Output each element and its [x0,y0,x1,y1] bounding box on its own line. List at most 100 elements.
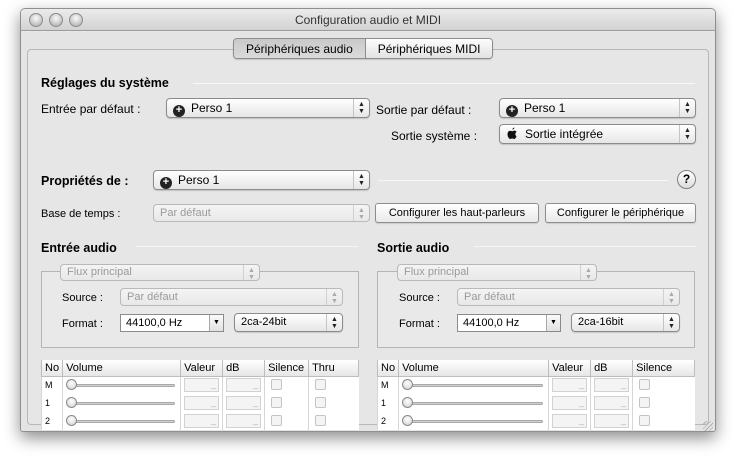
volume-slider[interactable] [66,415,177,427]
help-button[interactable]: ? [677,170,696,189]
tab-midi-devices[interactable]: Périphériques MIDI [365,39,493,58]
window-body: Réglages du système Entrée par défaut : … [21,32,715,431]
device-tabs: Périphériques audio Périphériques MIDI [233,38,494,59]
volume-slider[interactable] [402,397,545,409]
table-header: No Volume Valeur dB Silence Thru [40,360,359,377]
table-row: M _ _ [376,376,695,394]
value-field[interactable]: _ [552,378,588,393]
up-down-arrows-icon: ▲ ▼ [679,125,695,143]
down-arrow-icon: ▼ [209,315,223,331]
default-output-label: Sortie par défaut : [376,103,472,117]
up-down-arrows-icon: ▲ ▼ [353,171,369,189]
table-row: 2 _ _ [376,412,695,430]
channel-label: 2 [40,412,63,430]
input-stream-popup[interactable]: Flux principal ▲ ▼ [60,264,260,281]
volume-slider[interactable] [402,379,545,391]
up-down-arrows-icon: ▲ ▼ [663,289,679,305]
system-output-label: Sortie système : [391,129,478,143]
input-bits-value: 2ca-24bit [241,316,287,328]
db-field[interactable]: _ [594,414,630,428]
tab-audio-devices[interactable]: Périphériques audio [234,39,366,58]
properties-device-popup[interactable]: + Perso 1 ▲ ▼ [153,170,370,190]
divider [378,180,668,181]
value-field[interactable]: _ [552,396,588,410]
audio-devices-panel: Réglages du système Entrée par défaut : … [27,49,709,430]
silence-checkbox[interactable] [271,396,283,408]
db-field[interactable]: _ [226,414,262,428]
output-rate-combo[interactable]: 44100,0 Hz ▼ [457,314,561,332]
system-settings-heading: Réglages du système [41,76,169,90]
up-down-arrows-icon: ▲ ▼ [580,265,596,281]
column-header-volume: Volume [62,360,182,377]
silence-checkbox[interactable] [271,414,283,426]
column-header-no: No [40,360,64,377]
up-down-arrows-icon: ▲ ▼ [326,289,342,305]
value-field[interactable]: _ [184,378,220,393]
input-rate-combo[interactable]: 44100,0 Hz ▼ [120,314,224,332]
properties-device-value: Perso 1 [178,173,220,187]
silence-checkbox[interactable] [639,378,651,390]
default-input-popup[interactable]: + Perso 1 ▲ ▼ [166,98,370,118]
column-header-volume: Volume [398,360,550,377]
channel-label: M [376,376,399,394]
column-header-db: dB [222,360,266,377]
thru-checkbox[interactable] [315,414,327,426]
value-field[interactable]: _ [552,414,588,428]
output-source-label: Source : [399,292,440,304]
input-audio-heading: Entrée audio [41,241,117,255]
input-source-popup[interactable]: Par défaut ▲ ▼ [120,288,343,306]
channel-label: 2 [376,412,399,430]
column-header-silence: Silence [264,360,310,377]
output-stream-popup[interactable]: Flux principal ▲ ▼ [397,264,597,281]
column-header-no: No [376,360,400,377]
clock-value: Par défaut [160,207,211,219]
db-field[interactable]: _ [594,396,630,410]
clock-label: Base de temps : [41,208,121,220]
table-header: No Volume Valeur dB Silence [376,360,695,377]
output-bits-value: 2ca-16bit [578,316,624,328]
thru-checkbox[interactable] [315,396,327,408]
input-format-label: Format : [62,318,103,330]
input-volume-table: No Volume Valeur dB Silence Thru M _ _ 1 [40,360,359,430]
column-header-db: dB [590,360,634,377]
value-field[interactable]: _ [184,414,220,428]
input-rate-value: 44100,0 Hz [126,317,183,329]
clock-popup[interactable]: Par défaut ▲ ▼ [153,204,370,222]
default-output-popup[interactable]: + Perso 1 ▲ ▼ [499,98,696,118]
column-header-silence: Silence [632,360,695,377]
configure-speakers-button[interactable]: Configurer les haut-parleurs [375,203,539,223]
channel-label: 1 [40,394,63,412]
up-down-arrows-icon: ▲ ▼ [243,265,259,281]
output-source-value: Par défaut [464,291,515,303]
default-output-value: Perso 1 [524,101,566,115]
silence-checkbox[interactable] [639,396,651,408]
default-input-value: Perso 1 [191,101,233,115]
plus-circle-icon: + [173,105,185,117]
silence-checkbox[interactable] [271,378,283,390]
divider [136,246,358,247]
value-field[interactable]: _ [184,396,220,410]
output-rate-value: 44100,0 Hz [463,317,520,329]
up-down-arrows-icon: ▲ ▼ [326,314,342,331]
resize-grip-icon[interactable] [703,421,713,431]
properties-label: Propriétés de : [41,174,129,188]
db-field[interactable]: _ [226,378,262,393]
silence-checkbox[interactable] [639,414,651,426]
volume-slider[interactable] [402,415,545,427]
default-input-label: Entrée par défaut : [41,102,141,116]
db-field[interactable]: _ [226,396,262,410]
input-stream-value: Flux principal [67,266,132,278]
divider [474,246,696,247]
thru-checkbox[interactable] [315,378,327,390]
configure-device-button[interactable]: Configurer le périphérique [545,203,696,223]
up-down-arrows-icon: ▲ ▼ [353,99,369,117]
table-row: 1 _ _ [40,394,359,412]
system-output-popup[interactable]: Sortie intégrée ▲ ▼ [499,124,696,144]
db-field[interactable]: _ [594,378,630,393]
output-bits-popup[interactable]: 2ca-16bit ▲ ▼ [571,313,680,332]
up-down-arrows-icon: ▲ ▼ [663,314,679,331]
volume-slider[interactable] [66,379,177,391]
input-bits-popup[interactable]: 2ca-24bit ▲ ▼ [234,313,343,332]
volume-slider[interactable] [66,397,177,409]
output-source-popup[interactable]: Par défaut ▲ ▼ [457,288,680,306]
